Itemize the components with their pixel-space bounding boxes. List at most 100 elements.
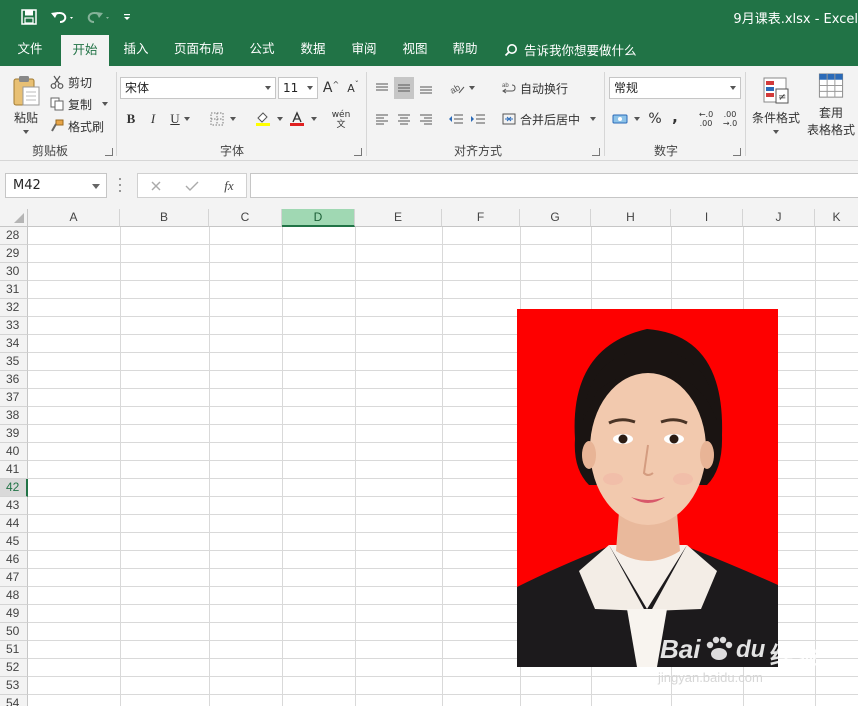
tab-page-layout[interactable]: 页面布局: [166, 33, 232, 66]
font-size-select[interactable]: 11: [278, 77, 318, 99]
save-icon[interactable]: [18, 6, 40, 28]
font-name-select[interactable]: 宋体: [120, 77, 276, 99]
format-painter-button[interactable]: 格式刷: [50, 116, 104, 136]
undo-icon[interactable]: [48, 6, 78, 28]
percent-button[interactable]: %: [646, 109, 664, 129]
borders-button[interactable]: [206, 109, 240, 129]
row-header-48[interactable]: 48: [0, 587, 28, 605]
redo-icon[interactable]: [84, 6, 114, 28]
row-header-44[interactable]: 44: [0, 515, 28, 533]
column-header-J[interactable]: J: [743, 209, 815, 227]
row-header-32[interactable]: 32: [0, 299, 28, 317]
alignment-launcher-icon[interactable]: [592, 148, 600, 156]
wrap-text-button[interactable]: ab 自动换行: [502, 78, 568, 98]
row-header-38[interactable]: 38: [0, 407, 28, 425]
enter-check-icon[interactable]: [182, 177, 202, 195]
column-header-A[interactable]: A: [28, 209, 120, 227]
italic-button[interactable]: I: [144, 109, 162, 129]
tab-insert[interactable]: 插入: [114, 33, 158, 66]
number-format-select[interactable]: 常规: [609, 77, 741, 99]
align-bottom-button[interactable]: [416, 78, 436, 98]
row-header-54[interactable]: 54: [0, 695, 28, 706]
border-icon: [210, 112, 224, 126]
row-header-39[interactable]: 39: [0, 425, 28, 443]
column-header-B[interactable]: B: [120, 209, 209, 227]
row-header-47[interactable]: 47: [0, 569, 28, 587]
row-header-40[interactable]: 40: [0, 443, 28, 461]
increase-indent-button[interactable]: [468, 109, 488, 129]
merge-center-button[interactable]: 合并后居中: [502, 109, 597, 129]
row-header-33[interactable]: 33: [0, 317, 28, 335]
select-all-button[interactable]: [0, 209, 28, 227]
row-header-28[interactable]: 28: [0, 227, 28, 245]
bold-button[interactable]: B: [122, 109, 140, 129]
align-top-button[interactable]: [372, 78, 392, 98]
tab-view[interactable]: 视图: [393, 33, 437, 66]
column-header-E[interactable]: E: [355, 209, 442, 227]
paste-button[interactable]: 粘贴: [8, 72, 44, 136]
column-header-D[interactable]: D: [282, 209, 355, 227]
grow-font-button[interactable]: A ^: [322, 78, 340, 98]
row-header-46[interactable]: 46: [0, 551, 28, 569]
comma-button[interactable]: ,: [668, 107, 682, 127]
increase-decimal-button[interactable]: ←.0.00: [694, 108, 718, 130]
row-header-30[interactable]: 30: [0, 263, 28, 281]
row-header-37[interactable]: 37: [0, 389, 28, 407]
tab-data[interactable]: 数据: [291, 33, 335, 66]
tab-review[interactable]: 审阅: [342, 33, 386, 66]
column-header-I[interactable]: I: [671, 209, 743, 227]
align-right-button[interactable]: [416, 109, 436, 129]
customize-icon[interactable]: [120, 6, 134, 28]
align-middle-button[interactable]: [394, 77, 414, 99]
column-header-G[interactable]: G: [520, 209, 591, 227]
row-header-52[interactable]: 52: [0, 659, 28, 677]
underline-button[interactable]: U: [166, 109, 194, 129]
row-header-50[interactable]: 50: [0, 623, 28, 641]
align-center-button[interactable]: [394, 109, 414, 129]
column-header-H[interactable]: H: [591, 209, 671, 227]
column-header-K[interactable]: K: [815, 209, 858, 227]
row-header-49[interactable]: 49: [0, 605, 28, 623]
number-launcher-icon[interactable]: [733, 148, 741, 156]
orientation-button[interactable]: ab: [446, 78, 478, 98]
cancel-icon[interactable]: [146, 177, 166, 195]
copy-button[interactable]: 复制: [50, 94, 109, 114]
tab-file[interactable]: 文件: [8, 33, 52, 66]
tab-home[interactable]: 开始: [61, 35, 109, 66]
phonetic-button[interactable]: wén 文: [326, 108, 356, 132]
clipboard-launcher-icon[interactable]: [105, 148, 113, 156]
tab-formulas[interactable]: 公式: [240, 33, 284, 66]
row-header-34[interactable]: 34: [0, 335, 28, 353]
row-header-51[interactable]: 51: [0, 641, 28, 659]
shrink-font-button[interactable]: Aˇ: [344, 78, 362, 98]
row-header-43[interactable]: 43: [0, 497, 28, 515]
row-header-53[interactable]: 53: [0, 677, 28, 695]
column-header-F[interactable]: F: [442, 209, 520, 227]
row-header-41[interactable]: 41: [0, 461, 28, 479]
font-launcher-icon[interactable]: [354, 148, 362, 156]
chevron-down-icon: [730, 86, 736, 90]
row-header-36[interactable]: 36: [0, 371, 28, 389]
conditional-formatting-button[interactable]: ≠ 条件格式: [749, 72, 803, 138]
font-group-label: 字体: [219, 144, 244, 158]
column-header-C[interactable]: C: [209, 209, 282, 227]
name-box[interactable]: M42: [5, 173, 107, 198]
tell-me-box[interactable]: 告诉我你想要做什么: [504, 33, 637, 66]
insert-function-button[interactable]: fx: [218, 177, 240, 195]
formula-input[interactable]: [250, 173, 858, 198]
row-header-29[interactable]: 29: [0, 245, 28, 263]
row-header-31[interactable]: 31: [0, 281, 28, 299]
chevron-down-icon: [230, 117, 236, 121]
align-left-button[interactable]: [372, 109, 392, 129]
font-color-button[interactable]: [286, 109, 320, 129]
row-header-35[interactable]: 35: [0, 353, 28, 371]
row-header-42[interactable]: 42: [0, 479, 28, 497]
tab-help[interactable]: 帮助: [443, 33, 487, 66]
decrease-indent-button[interactable]: [446, 109, 466, 129]
fill-color-button[interactable]: [252, 109, 286, 129]
accounting-format-button[interactable]: [610, 109, 642, 129]
decrease-decimal-button[interactable]: .00 →.0: [718, 108, 742, 130]
format-as-table-button[interactable]: 套用 表格格式: [804, 72, 858, 138]
cut-button[interactable]: 剪切: [50, 72, 92, 92]
row-header-45[interactable]: 45: [0, 533, 28, 551]
